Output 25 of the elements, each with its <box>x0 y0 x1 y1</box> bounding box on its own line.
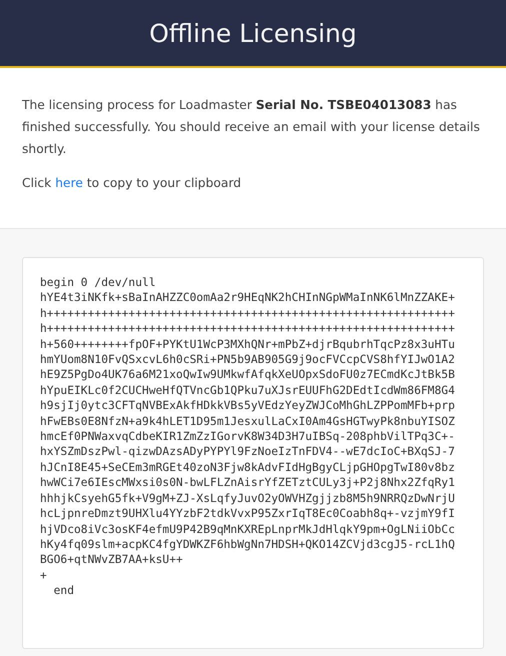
copy-link[interactable]: here <box>55 176 83 190</box>
code-line: h++++++++++++++++++++++++++++++++++++++++++++++++++++++++++++ <box>40 306 456 322</box>
success-message: The licensing process for Loadmaster Serial No. TSBE04013083 has finished successfully. You should receive an email with your license details shortly. <box>22 97 481 158</box>
code-line: hmYUom8N10FvQSxcvL6h0cSRi+PN5b9AB905G9j9ocFVCcpCVS8hfYIJwO1A2 <box>40 352 456 368</box>
code-line: h9sjIj0ytc3CFTqNVBExAkfHDkkVBs5yVEdzYeyZWJCoMhGhLZPPomMFb+prp <box>40 398 456 414</box>
code-line: BGO6+qtNWvZB7AA+ksU++ <box>40 552 184 568</box>
copy-instruction: Click here to copy to your clipboard <box>22 175 242 192</box>
code-line: hmcEf0PNWaxvqCdbeKIR1ZmZzIGorvK8W34D3H7uIBSq-208phbVilTPq3C+- <box>40 429 456 444</box>
code-line: begin 0 /dev/null <box>40 275 157 290</box>
page-title: Offline Licensing <box>149 18 357 48</box>
code-line: hJCnI8E45+SeCEm3mRGEt40zoN3Fjw8kAdvFIdHgBgyCLjpGHOpgTwI80v8bz <box>40 460 456 476</box>
code-line: hFwEBs0E8NfzN+a9k4hLET1D95m1JesxulLaCxI0Am4GsHGTwyPk8nbuYISOZ <box>40 414 456 430</box>
code-line: end <box>52 583 76 599</box>
code-line: hE9Z5PgDo4UK76a6M21xoQwIw9UMkwfAfqkXeUOpxSdoFU0z7ECmdKcJtBk5B <box>40 367 456 383</box>
code-line: + <box>40 568 48 584</box>
code-line: hYpuEIKLc0f2CUCHweHfQTVncGb1QPku7uXJsrEUUFhG2DEdtIcdWm86FM8G4 <box>40 382 456 398</box>
code-line: hhhjkCsyehG5fk+V9gM+ZJ-XsLqfyJuvO2yOWVHZgjjzb8M5h9NRRQzDwNrjU <box>40 490 456 506</box>
code-line: h++++++++++++++++++++++++++++++++++++++++++++++++++++++++++++ <box>40 321 456 337</box>
code-line: hKy4fq09slm+acpKC4fgYDWKZF6hbWgNn7HDSH+QKO14ZCVjd3cgJ5-rcL1hQ <box>40 536 456 552</box>
code-line: hwWCi7e6IEscMWxsi0s0N-bwLFLZnAisrYfZETztCULy3j+P2j8Nhx2ZfqRy1 <box>40 475 456 491</box>
code-line: hcLjpnreDmzt9UHXlu4YYzbF2tdkVvxP95ZxrIqT8Ec0Coabh8q+-vzjmY9fI <box>40 506 456 522</box>
code-line: hYE4t3iNKfk+sBaInAHZZC0omAa2r9HEqNK2hCHInNGpWMaInNK6lMnZZAKE+ <box>40 290 456 306</box>
code-line: hjVDco8iVc3osKF4efmU9P42B9qMnKXREpLnprMkJdHlqkY9pm+OgLNiiObCc <box>40 522 456 537</box>
code-line: h+560++++++++fpOF+PYKtU1WcP3MXhQNr+mPbZ+djrBqubrhTqcPz8x3uHTu <box>40 336 456 352</box>
code-line: hxYSZmDszPwl-qizwDAzsADyPYPYl9FzNoeIzTnFDV4--wE7dcIoC+BXqSJ-7 <box>40 444 456 460</box>
